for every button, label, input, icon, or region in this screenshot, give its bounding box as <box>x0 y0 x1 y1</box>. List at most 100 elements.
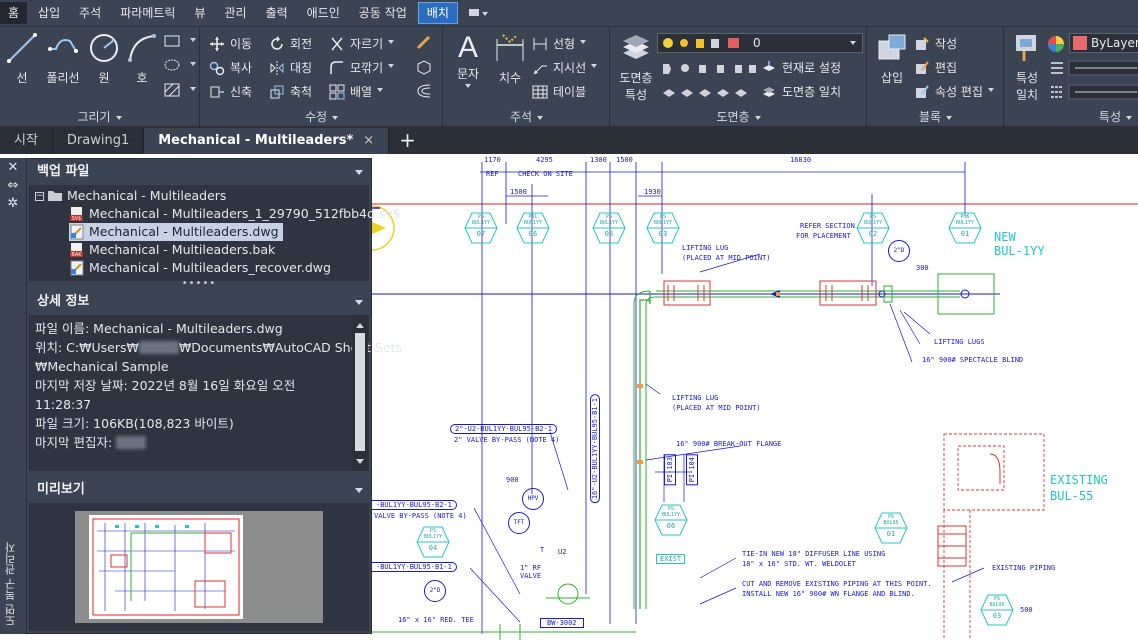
panel-layers-title[interactable]: 도면층 <box>611 108 866 125</box>
arc-button[interactable]: 호 <box>124 31 160 86</box>
leader-button[interactable]: 지시선 <box>532 59 598 76</box>
tab-drawing1[interactable]: Drawing1 <box>53 128 145 154</box>
tab-annotate[interactable]: 주석 <box>71 2 109 24</box>
offset-button[interactable] <box>415 83 438 99</box>
line-icon <box>7 33 37 63</box>
backup-file-item[interactable]: Mechanical - Multileaders_recover.dwg <box>69 259 331 277</box>
tab-addins[interactable]: 애드인 <box>299 2 348 24</box>
tab-view[interactable]: 뷰 <box>186 2 213 24</box>
tab-manage[interactable]: 관리 <box>216 2 254 24</box>
layer-tools-row[interactable] <box>661 61 762 75</box>
array-button[interactable]: 배열 <box>329 83 384 100</box>
tree-root[interactable]: − Mechanical - Multileaders <box>35 187 226 205</box>
drawing-recovery-palette: 백업 파일 − Mechanical - Multileaders SV$ Me… <box>26 158 402 634</box>
move-button[interactable]: 이동 <box>209 35 252 52</box>
tab-collaborate[interactable]: 공동 작업 <box>351 2 415 24</box>
layer-properties-button[interactable]: 도면층 특성 <box>615 31 657 103</box>
tab-parametric[interactable]: 파라메트릭 <box>112 2 183 24</box>
hex-tag[interactable]: PS BUL95 03 <box>980 594 1014 626</box>
hex-tag[interactable]: PS BUL1YY 06 <box>654 504 688 536</box>
lineweight-dropdown[interactable] <box>1049 59 1138 77</box>
layer-tools-row-2[interactable] <box>661 85 762 99</box>
gradient-button[interactable] <box>164 83 196 97</box>
hex-tag[interactable]: PS BUL1YY 04 <box>416 526 450 558</box>
ribbon-display-dropdown-icon[interactable] <box>467 6 489 20</box>
resize-grip[interactable]: ••••• <box>27 279 371 289</box>
match-layer-button[interactable]: 도면층 일치 <box>761 83 841 100</box>
backup-file-item[interactable]: SV$ Mechanical - Multileaders_1_29790_51… <box>69 205 401 223</box>
auto-hide-icon[interactable]: ⇔ <box>0 178 26 194</box>
panel-draw-title[interactable]: 그리기 <box>0 108 199 125</box>
backup-file-item[interactable]: Mechanical - Multileaders.dwg <box>69 223 283 241</box>
match-properties-button[interactable]: 특성 일치 <box>1009 31 1045 103</box>
mirror-button[interactable]: 대칭 <box>269 59 312 76</box>
collapse-icon[interactable] <box>355 300 363 309</box>
instrument-bubble[interactable]: 2"D <box>888 240 910 262</box>
hatch-button[interactable] <box>164 59 196 71</box>
linear-dim-button[interactable]: 선형 <box>532 35 587 52</box>
instrument-bubble[interactable]: TFT <box>508 512 530 534</box>
scale-button[interactable]: 축척 <box>269 83 312 100</box>
backup-file-item[interactable]: BAK Mechanical - Multileaders.bak <box>69 241 275 259</box>
pi-tag[interactable]: PI-104 <box>686 454 698 486</box>
tab-insert[interactable]: 삽입 <box>30 2 68 24</box>
instrument-bubble[interactable]: 2"D <box>424 580 446 602</box>
hex-tag[interactable]: PS BUL1YY 02 <box>856 212 890 244</box>
make-current-button[interactable]: 현재로 설정 <box>761 59 841 76</box>
tab-start[interactable]: 시작 <box>0 128 53 154</box>
close-tab-icon[interactable]: × <box>363 133 374 148</box>
fillet-button[interactable]: 모깎기 <box>329 59 395 76</box>
create-block-button[interactable]: 작성 <box>914 35 957 52</box>
hex-tag[interactable]: PS BUL1YY 07 <box>464 212 498 244</box>
close-icon[interactable]: ✕ <box>0 160 26 176</box>
new-tab-button[interactable]: + <box>389 128 426 154</box>
linetype-dropdown[interactable] <box>1049 83 1138 101</box>
copy-button[interactable]: 복사 <box>209 59 252 76</box>
collapse-toggle-icon[interactable]: − <box>35 191 44 201</box>
color-wheel-icon[interactable] <box>1047 35 1070 53</box>
layer-dropdown[interactable]: 0 <box>657 33 863 53</box>
polyline-button[interactable]: 폴리선 <box>40 31 86 86</box>
pi-tag[interactable]: PI-103 <box>664 454 676 486</box>
collapse-icon[interactable] <box>355 170 363 179</box>
tab-mechanical-multileaders[interactable]: Mechanical - Multileaders* × <box>144 128 390 154</box>
insert-block-button[interactable]: 삽입 <box>872 31 912 86</box>
hex-tag[interactable]: PS BUL95 01 <box>874 512 908 544</box>
line-button[interactable]: 선 <box>4 31 40 86</box>
settings-icon[interactable]: ✲ <box>0 196 26 212</box>
hex-tag[interactable]: PS BUL1YY 05 <box>592 212 626 244</box>
box-button[interactable] <box>415 59 438 75</box>
detail-location: 위치: C:₩Users₩ ₩Documents₩AutoCAD Sheet Se… <box>35 340 402 355</box>
dim-text-4295: 4295 <box>536 156 553 164</box>
edit-attributes-button[interactable]: 속성 편집 <box>914 83 994 100</box>
details-header[interactable]: 상세 정보 <box>27 289 371 315</box>
stretch-button[interactable]: 신축 <box>209 83 252 100</box>
collapse-icon[interactable] <box>355 488 363 497</box>
table-button[interactable]: 테이블 <box>532 83 586 100</box>
tab-layout[interactable]: 배치 <box>417 2 458 24</box>
instrument-bubble[interactable]: HPV <box>522 488 544 510</box>
color-dropdown[interactable]: ByLayer <box>1069 33 1138 53</box>
panel-block-title[interactable]: 블록 <box>868 108 1003 125</box>
tab-home[interactable]: 홈 <box>0 2 28 24</box>
hex-tag[interactable]: PHK BUL1YY 01 <box>948 212 982 244</box>
dimension-button[interactable]: 치수 <box>492 31 528 86</box>
rectangle-button[interactable] <box>164 35 196 47</box>
text-button[interactable]: A 문자 <box>450 31 486 91</box>
preview-header[interactable]: 미리보기 <box>27 477 371 503</box>
hex-tag[interactable]: PIL BUL1YY 06 <box>516 212 550 244</box>
tab-output[interactable]: 출력 <box>258 2 296 24</box>
details-scrollbar[interactable] <box>352 315 368 471</box>
circle-icon <box>90 34 118 62</box>
panel-annotation-title[interactable]: 주석 <box>444 108 609 125</box>
exist-tag[interactable]: EXIST <box>656 554 686 564</box>
modify-edit-button[interactable] <box>415 35 438 51</box>
backup-files-header[interactable]: 백업 파일 <box>27 159 371 185</box>
panel-modify-title[interactable]: 수정 <box>201 108 442 125</box>
panel-properties-title[interactable]: 특성 <box>1005 108 1138 125</box>
rotate-button[interactable]: 회전 <box>269 35 312 52</box>
hex-tag[interactable]: PS BUL1YY 03 <box>646 212 680 244</box>
trim-button[interactable]: 자르기 <box>329 35 395 52</box>
circle-button[interactable]: 원 <box>86 31 122 86</box>
edit-block-button[interactable]: 편집 <box>914 59 957 76</box>
